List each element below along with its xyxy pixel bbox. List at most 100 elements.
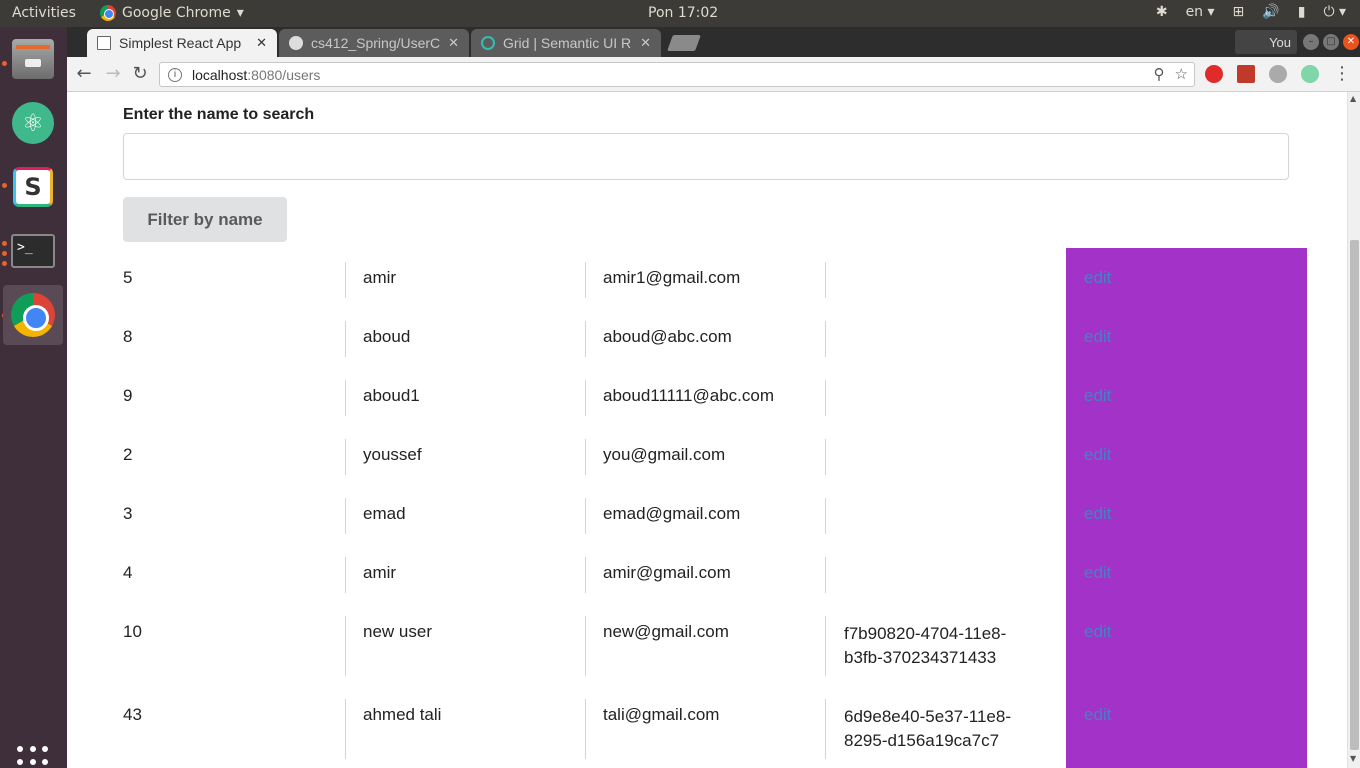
star-icon[interactable]: ☆: [1175, 65, 1188, 83]
edit-link[interactable]: edit: [1084, 622, 1111, 642]
cell-divider: [825, 262, 826, 298]
language-label: en: [1185, 4, 1204, 20]
dock-atom[interactable]: ⚛: [3, 93, 63, 153]
url-host: localhost: [192, 66, 248, 83]
user-id: 3: [123, 504, 133, 523]
edit-link[interactable]: edit: [1084, 563, 1111, 583]
scroll-down-icon[interactable]: ▼: [1350, 754, 1356, 763]
opera-extension-icon[interactable]: [1205, 65, 1223, 83]
user-email: new@gmail.com: [603, 622, 729, 641]
system-top-bar: Activities Google Chrome ▾ Pon 17:02 ✱ e…: [0, 0, 1360, 27]
user-name: new user: [363, 622, 432, 641]
scrollbar[interactable]: ▲ ▼: [1347, 92, 1360, 768]
extension-icon[interactable]: [1237, 65, 1255, 83]
close-icon[interactable]: ✕: [448, 35, 459, 51]
network-icon[interactable]: ⊞: [1233, 4, 1245, 20]
user-name: aboud1: [363, 386, 420, 405]
files-icon: [12, 39, 54, 79]
cell-divider: [825, 699, 826, 759]
maximize-icon[interactable]: □: [1323, 34, 1339, 50]
scroll-up-icon[interactable]: ▲: [1350, 94, 1356, 103]
cell-divider: [825, 498, 826, 534]
filter-by-name-button[interactable]: Filter by name: [123, 197, 287, 242]
minimize-icon[interactable]: –: [1303, 34, 1319, 50]
cell-divider: [585, 616, 586, 676]
system-tray: ✱ en ▾ ⊞ 🔊 ▮ ⏻ ▾: [1156, 4, 1346, 20]
app-name: Google Chrome: [122, 5, 231, 21]
close-window-icon[interactable]: ✕: [1343, 34, 1359, 50]
cell-divider: [585, 699, 586, 759]
cell-divider: [585, 498, 586, 534]
app-menu[interactable]: Google Chrome ▾: [100, 5, 244, 21]
chrome-icon: [100, 5, 116, 21]
close-icon[interactable]: ✕: [640, 35, 651, 51]
forward-icon[interactable]: →: [102, 63, 124, 85]
scroll-thumb[interactable]: [1350, 240, 1359, 750]
tab-github[interactable]: cs412_Spring/UserC ✕: [279, 29, 469, 57]
battery-icon[interactable]: ▮: [1298, 4, 1306, 20]
cell-divider: [585, 557, 586, 593]
user-name: aboud: [363, 327, 411, 346]
address-bar[interactable]: i localhost:8080/users ⚲ ☆: [159, 62, 1195, 87]
cell-divider: [585, 439, 586, 475]
language-indicator[interactable]: en ▾: [1186, 4, 1215, 20]
chevron-down-icon: ▾: [236, 5, 244, 21]
user-token: 6d9e8e40-5e37-11e8-8295-d156a19ca7c7: [844, 707, 1011, 750]
cell-divider: [345, 498, 346, 534]
dock-chrome[interactable]: [3, 285, 63, 345]
profile-label: You: [1269, 34, 1291, 50]
cell-divider: [345, 699, 346, 759]
edit-link[interactable]: edit: [1084, 504, 1111, 524]
user-email: aboud11111@abc.com: [603, 386, 775, 405]
browser-toolbar: ← → ↻ i localhost:8080/users ⚲ ☆ ⋮: [67, 57, 1360, 92]
close-icon[interactable]: ✕: [256, 35, 267, 51]
cell-divider: [345, 380, 346, 416]
dock-terminal[interactable]: >_: [3, 221, 63, 281]
dock-files[interactable]: [3, 29, 63, 89]
menu-icon[interactable]: ⋮: [1331, 63, 1353, 85]
user-name: amir: [363, 268, 397, 287]
clock[interactable]: Pon 17:02: [648, 5, 718, 21]
cell-divider: [825, 616, 826, 676]
slack-icon: S: [13, 167, 53, 207]
url-path: :8080/users: [247, 66, 321, 83]
cell-divider: [825, 439, 826, 475]
edit-link[interactable]: edit: [1084, 386, 1111, 406]
edit-link[interactable]: edit: [1084, 327, 1111, 347]
cell-divider: [345, 439, 346, 475]
info-icon[interactable]: i: [168, 67, 182, 82]
edit-link[interactable]: edit: [1084, 705, 1111, 725]
activities-button[interactable]: Activities: [12, 5, 76, 21]
back-icon[interactable]: ←: [73, 63, 95, 85]
edit-link[interactable]: edit: [1084, 268, 1111, 288]
search-input[interactable]: [123, 133, 1289, 180]
user-id: 4: [123, 563, 133, 582]
cell-divider: [345, 557, 346, 593]
globe-icon[interactable]: [1269, 65, 1287, 83]
tab-semantic-ui[interactable]: Grid | Semantic UI R ✕: [471, 29, 661, 57]
user-id: 8: [123, 327, 133, 346]
user-id: 9: [123, 386, 133, 405]
user-email: you@gmail.com: [603, 445, 726, 464]
extension-icon[interactable]: [1301, 65, 1319, 83]
user-name: amir: [363, 563, 397, 582]
user-name: youssef: [363, 445, 422, 464]
user-id: 43: [123, 705, 142, 724]
tab-simplest-react-app[interactable]: Simplest React App ✕: [87, 29, 277, 57]
cell-divider: [825, 380, 826, 416]
new-tab-button[interactable]: [667, 35, 701, 51]
profile-button[interactable]: You: [1235, 30, 1297, 54]
cell-divider: [825, 557, 826, 593]
volume-icon[interactable]: 🔊: [1262, 4, 1279, 20]
edit-link[interactable]: edit: [1084, 445, 1111, 465]
zoom-icon[interactable]: ⚲: [1154, 65, 1165, 83]
reload-icon[interactable]: ↻: [129, 63, 151, 85]
page-content: Enter the name to search Filter by name …: [67, 92, 1347, 768]
atom-icon: ⚛: [12, 102, 54, 144]
power-menu-icon[interactable]: ⏻ ▾: [1323, 4, 1346, 20]
terminal-icon: >_: [11, 234, 55, 268]
gear-icon[interactable]: ✱: [1156, 4, 1168, 20]
dock-slack[interactable]: S: [3, 157, 63, 217]
user-email: tali@gmail.com: [603, 705, 720, 724]
show-applications-icon[interactable]: [17, 746, 49, 768]
